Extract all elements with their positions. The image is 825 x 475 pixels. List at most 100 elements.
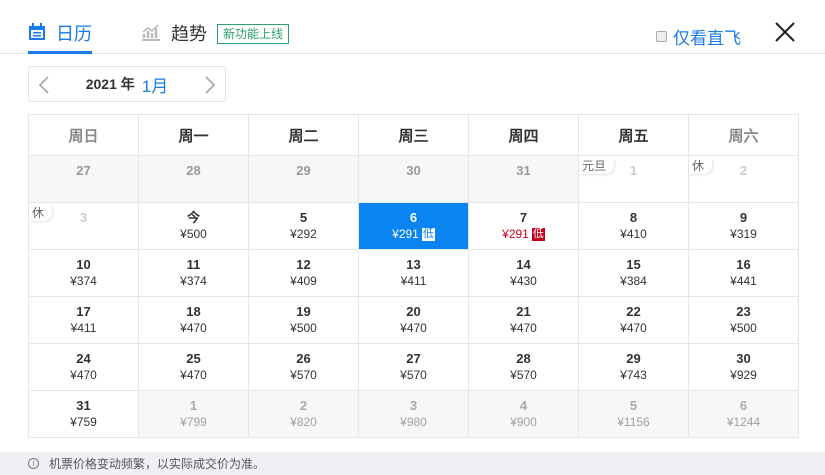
- close-icon[interactable]: [774, 21, 796, 43]
- calendar-day-cell[interactable]: 31 ¥759: [28, 390, 139, 438]
- calendar-day-cell[interactable]: 27 ¥570: [358, 343, 469, 391]
- price-value: ¥900: [510, 415, 537, 429]
- calendar-icon: [29, 23, 45, 40]
- holiday-tag: 元旦: [579, 158, 615, 174]
- day-price: ¥411: [359, 272, 468, 290]
- day-number: 17: [76, 304, 91, 319]
- price-value: ¥411: [400, 274, 427, 288]
- checkbox-box[interactable]: [656, 31, 667, 42]
- price-value: ¥980: [400, 415, 427, 429]
- price-value: ¥291: [392, 227, 419, 241]
- calendar-day-cell[interactable]: 1 ¥799: [138, 390, 249, 438]
- day-price: ¥441: [689, 272, 798, 290]
- day-price: ¥799: [139, 413, 248, 431]
- day-price: ¥570: [469, 366, 578, 384]
- day-number: 27: [76, 163, 91, 178]
- day-number: 20: [406, 304, 421, 319]
- year-label: 2021 年: [85, 76, 135, 92]
- price-value: ¥411: [70, 321, 97, 335]
- trend-chart-icon: [142, 24, 160, 41]
- calendar-day-cell[interactable]: 28 ¥570: [468, 343, 579, 391]
- calendar-day-cell[interactable]: 5 ¥1156: [578, 390, 689, 438]
- day-price: ¥570: [249, 366, 358, 384]
- weekday-header: 周日: [28, 114, 139, 156]
- calendar-day-cell[interactable]: 24 ¥470: [28, 343, 139, 391]
- day-price: ¥384: [579, 272, 688, 290]
- calendar-day-cell[interactable]: 23 ¥500: [688, 296, 799, 344]
- new-feature-badge: 新功能上线: [217, 24, 290, 44]
- price-value: ¥500: [290, 321, 317, 335]
- calendar-day-cell[interactable]: 20 ¥470: [358, 296, 469, 344]
- calendar-day-cell[interactable]: 4 ¥900: [468, 390, 579, 438]
- price-value: ¥470: [400, 321, 427, 335]
- weekday-header: 周六: [688, 114, 799, 156]
- day-price: ¥410: [579, 225, 688, 243]
- next-month-chevron-icon[interactable]: [204, 75, 216, 95]
- calendar-day-cell[interactable]: 29 ¥743: [578, 343, 689, 391]
- day-number: 10: [76, 257, 91, 272]
- calendar-day-cell[interactable]: 22 ¥470: [578, 296, 689, 344]
- direct-flights-only-checkbox[interactable]: 仅看直飞: [656, 24, 741, 49]
- day-number: 11: [186, 257, 201, 272]
- calendar-day-cell[interactable]: 6 ¥1244: [688, 390, 799, 438]
- price-calendar: 周日 周一 周二 周三 周四 周五 周六 27 28 29 30 31 元旦 1 休 2 休 3 今 ¥500 5 ¥2…: [28, 114, 799, 438]
- calendar-day-cell[interactable]: 13 ¥411: [358, 249, 469, 297]
- calendar-day-cell[interactable]: 7 ¥291 低: [468, 202, 579, 250]
- calendar-day-cell[interactable]: 25 ¥470: [138, 343, 249, 391]
- day-number: 28: [186, 163, 201, 178]
- month-label[interactable]: 1月: [142, 72, 168, 97]
- calendar-day-cell: 28: [138, 155, 249, 203]
- calendar-day-cell[interactable]: 17 ¥411: [28, 296, 139, 344]
- calendar-day-cell[interactable]: 今 ¥500: [138, 202, 249, 250]
- prev-month-chevron-icon[interactable]: [38, 75, 50, 95]
- day-price: ¥500: [139, 225, 248, 243]
- price-disclaimer: i 机票价格变动频繁，以实际成交价为准。: [0, 452, 825, 475]
- lowest-price-badge: 低: [531, 228, 545, 242]
- calendar-day-cell[interactable]: 16 ¥441: [688, 249, 799, 297]
- calendar-day-cell[interactable]: 15 ¥384: [578, 249, 689, 297]
- day-price: ¥470: [359, 319, 468, 337]
- calendar-day-cell[interactable]: 18 ¥470: [138, 296, 249, 344]
- price-value: ¥500: [180, 227, 207, 241]
- calendar-day-cell[interactable]: 9 ¥319: [688, 202, 799, 250]
- calendar-day-cell[interactable]: 8 ¥410: [578, 202, 689, 250]
- day-price: ¥470: [579, 319, 688, 337]
- day-number: 25: [186, 351, 201, 366]
- day-number: 5: [299, 210, 308, 225]
- calendar-day-cell[interactable]: 30 ¥929: [688, 343, 799, 391]
- weekday-header: 周四: [468, 114, 579, 156]
- calendar-day-cell[interactable]: 19 ¥500: [248, 296, 359, 344]
- price-value: ¥570: [290, 368, 317, 382]
- price-value: ¥470: [180, 368, 207, 382]
- calendar-day-cell: 30: [358, 155, 469, 203]
- day-price: ¥500: [689, 319, 798, 337]
- day-price: ¥411: [29, 319, 138, 337]
- calendar-day-cell[interactable]: 2 ¥820: [248, 390, 359, 438]
- calendar-day-cell[interactable]: 3 ¥980: [358, 390, 469, 438]
- tab-calendar[interactable]: 日历: [28, 20, 92, 54]
- day-price: ¥1244: [689, 413, 798, 431]
- price-value: ¥384: [620, 274, 647, 288]
- price-value: ¥570: [510, 368, 537, 382]
- holiday-tag: 休: [29, 205, 53, 221]
- calendar-day-cell[interactable]: 12 ¥409: [248, 249, 359, 297]
- day-number: 29: [296, 163, 311, 178]
- day-price: ¥570: [359, 366, 468, 384]
- calendar-week-row: 10 ¥374 11 ¥374 12 ¥409 13 ¥411 14 ¥430 15 ¥384 16 ¥4…: [28, 249, 799, 297]
- calendar-day-cell[interactable]: 26 ¥570: [248, 343, 359, 391]
- month-navigator: 2021 年 1月: [28, 66, 226, 102]
- calendar-day-cell[interactable]: 21 ¥470: [468, 296, 579, 344]
- price-value: ¥470: [620, 321, 647, 335]
- calendar-day-cell[interactable]: 10 ¥374: [28, 249, 139, 297]
- price-value: ¥374: [180, 274, 207, 288]
- calendar-day-cell[interactable]: 14 ¥430: [468, 249, 579, 297]
- calendar-day-cell: 31: [468, 155, 579, 203]
- calendar-day-cell[interactable]: 11 ¥374: [138, 249, 249, 297]
- day-number: 13: [406, 257, 421, 272]
- calendar-day-cell[interactable]: 5 ¥292: [248, 202, 359, 250]
- calendar-day-cell[interactable]: 6 ¥291 低: [358, 202, 469, 250]
- day-price: ¥430: [469, 272, 578, 290]
- tab-trend[interactable]: 趋势 新功能上线: [141, 20, 290, 54]
- day-price: ¥500: [249, 319, 358, 337]
- day-number: 6: [409, 210, 418, 225]
